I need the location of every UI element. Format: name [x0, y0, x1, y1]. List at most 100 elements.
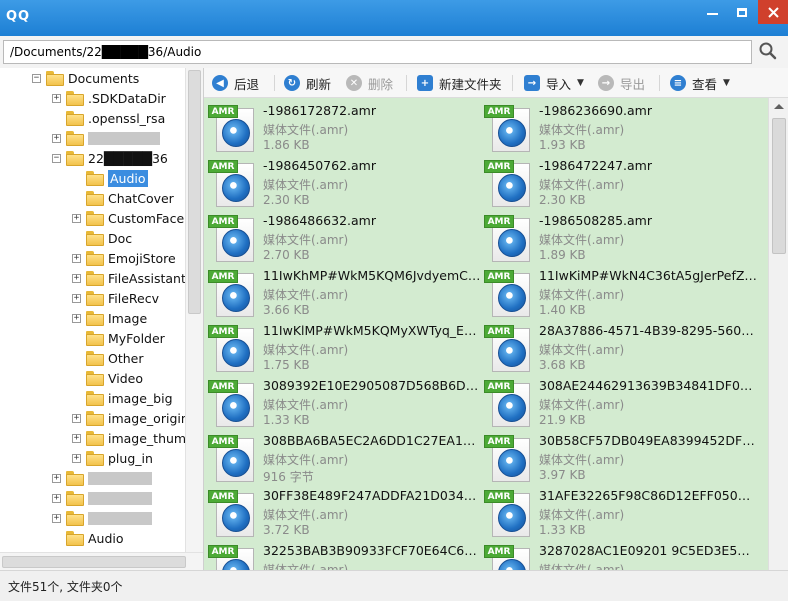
folder-tree[interactable]: Audio + + + + plug_in + image_thumb + image_origi… — [0, 68, 204, 570]
file-list-scrollbar[interactable] — [768, 98, 788, 570]
minimize-button[interactable] — [698, 0, 726, 24]
file-item[interactable]: AMR 11IwKlMP#WkM5KQMyXWTyq_EhT... 媒体文件(.am… — [208, 319, 484, 374]
tree-item[interactable]: − Documents — [32, 68, 139, 88]
file-list[interactable]: AMR -1986172872.amr 媒体文件(.amr) 1.86 KB AMR -1… — [204, 98, 788, 570]
file-item[interactable]: AMR 28A37886-4571-4B39-8295-560D80... 媒体文件… — [484, 319, 760, 374]
tree-item[interactable]: .openssl_rsa — [52, 108, 165, 128]
back-button[interactable]: ◀ 后退 — [212, 73, 259, 93]
tree-vertical-scrollbar[interactable] — [185, 68, 203, 552]
scroll-up-icon[interactable] — [774, 104, 784, 109]
tree-item[interactable]: + — [52, 128, 160, 148]
view-button[interactable]: ≡ 查看 ▼ — [670, 73, 730, 93]
tree-item[interactable]: + image_origin — [72, 408, 189, 428]
tree-item[interactable]: + EmojiStore — [72, 248, 176, 268]
tree-item[interactable]: + — [52, 488, 152, 508]
expand-icon[interactable]: + — [52, 513, 61, 523]
expand-icon[interactable]: + — [72, 293, 81, 303]
expand-icon[interactable]: + — [52, 93, 61, 103]
expand-icon[interactable]: + — [52, 133, 61, 143]
back-label: 后退 — [234, 76, 260, 92]
file-item[interactable]: AMR 32253BAB3B90933FCF70E64C68B84... 媒体文件(… — [208, 539, 484, 570]
file-item[interactable]: AMR -1986172872.amr 媒体文件(.amr) 1.86 KB — [208, 99, 484, 154]
tree-item[interactable]: Doc — [72, 228, 132, 248]
path-input[interactable] — [3, 40, 752, 64]
tree-item[interactable]: image_big — [72, 388, 173, 408]
tree-item[interactable]: − 22█████36 — [52, 148, 168, 168]
redacted-label — [88, 491, 152, 505]
amr-file-icon: AMR — [484, 160, 532, 208]
file-item[interactable]: AMR -1986472247.amr 媒体文件(.amr) 2.30 KB — [484, 154, 760, 209]
tree-item-label: Image — [108, 310, 148, 326]
expand-icon[interactable]: + — [52, 473, 61, 483]
maximize-button[interactable] — [728, 0, 756, 24]
expand-icon[interactable]: + — [72, 413, 81, 423]
file-item[interactable]: AMR -1986508285.amr 媒体文件(.amr) 1.89 KB — [484, 209, 760, 264]
view-list-icon: ≡ — [670, 75, 686, 91]
file-item[interactable]: AMR 11IwKiMP#WkN4C36tA5gJerPefZlSa... 媒体文件… — [484, 264, 760, 319]
tree-item[interactable]: Video — [72, 368, 143, 388]
tree-item-label: Audio — [108, 169, 148, 187]
file-item[interactable]: AMR -1986450762.amr 媒体文件(.amr) 2.30 KB — [208, 154, 484, 209]
tree-item[interactable]: + FileAssistantF — [72, 268, 193, 288]
expand-icon[interactable]: + — [52, 493, 61, 503]
refresh-button[interactable]: ↻ 刷新 — [284, 73, 331, 93]
file-item[interactable]: AMR -1986486632.amr 媒体文件(.amr) 2.70 KB — [208, 209, 484, 264]
tree-item[interactable]: + plug_in — [72, 448, 153, 468]
file-item[interactable]: AMR -1986236690.amr 媒体文件(.amr) 1.93 KB — [484, 99, 760, 154]
file-type-badge: AMR — [208, 215, 238, 228]
amr-file-icon: AMR — [208, 545, 256, 570]
export-button[interactable]: → 导出 — [598, 73, 645, 93]
file-type-badge: AMR — [208, 160, 238, 173]
search-button[interactable] — [758, 41, 782, 63]
expand-icon[interactable]: + — [72, 313, 81, 323]
file-size: 1.33 KB — [263, 413, 310, 427]
import-button[interactable]: → 导入 ▼ — [524, 73, 584, 93]
file-item[interactable]: AMR 308AE24462913639B34841DF06135... 媒体文件(… — [484, 374, 760, 429]
tree-item[interactable]: + — [52, 468, 152, 488]
tree-item[interactable]: + FileRecv — [72, 288, 159, 308]
folder-icon — [66, 130, 84, 146]
expand-icon[interactable]: + — [72, 433, 81, 443]
collapse-icon[interactable]: − — [52, 153, 61, 163]
tree-item[interactable]: Audio — [72, 168, 148, 188]
file-scroll-thumb[interactable] — [772, 118, 786, 254]
file-type: 媒体文件(.amr) — [263, 343, 349, 357]
file-item[interactable]: AMR 308BBA6BA5EC2A6DD1C27EA14324... 媒体文件(.… — [208, 429, 484, 484]
file-type: 媒体文件(.amr) — [539, 398, 625, 412]
folder-icon — [66, 530, 84, 546]
file-item[interactable]: AMR 31AFE32265F98C86D12EFF050C7D8... 媒体文件(… — [484, 484, 760, 539]
tree-hscroll-thumb[interactable] — [2, 556, 186, 568]
file-type-badge: AMR — [208, 270, 238, 283]
file-item[interactable]: AMR 3287028AC1E09201 9C5ED3E5591E... 媒体文件(… — [484, 539, 760, 570]
redacted-label — [88, 511, 152, 525]
collapse-icon[interactable]: − — [32, 73, 41, 83]
file-item[interactable]: AMR 11IwKhMP#WkM5KQM6JvdyemC3k... 媒体文件(.am… — [208, 264, 484, 319]
amr-file-icon: AMR — [208, 215, 256, 263]
expand-icon[interactable]: + — [72, 273, 81, 283]
tree-item[interactable]: + .SDKDataDir — [52, 88, 166, 108]
tree-item[interactable]: + CustomFace — [72, 208, 184, 228]
tree-item[interactable]: + — [52, 508, 152, 528]
file-name: 3089392E10E2905087D568B6D41C... — [263, 378, 481, 393]
delete-button[interactable]: ✕ 删除 — [346, 73, 393, 93]
new-folder-button[interactable]: + 新建文件夹 — [417, 73, 502, 93]
amr-file-icon: AMR — [208, 325, 256, 373]
file-item[interactable]: AMR 30FF38E489F247ADDFA21D034B9F0... 媒体文件(… — [208, 484, 484, 539]
expand-icon[interactable]: + — [72, 453, 81, 463]
tree-item[interactable]: + image_thumb — [72, 428, 194, 448]
tree-item-label: Doc — [108, 230, 133, 246]
file-item[interactable]: AMR 30B58CF57DB049EA8399452DF1EC... 媒体文件(.… — [484, 429, 760, 484]
file-item[interactable]: AMR 3089392E10E2905087D568B6D41C... 媒体文件(.… — [208, 374, 484, 429]
close-button[interactable] — [758, 0, 788, 24]
tree-item[interactable]: Audio — [52, 528, 124, 548]
tree-horizontal-scrollbar[interactable] — [0, 552, 203, 570]
file-type: 媒体文件(.amr) — [263, 563, 349, 570]
tree-item[interactable]: MyFolder — [72, 328, 165, 348]
tree-item[interactable]: + Image — [72, 308, 147, 328]
tree-item[interactable]: ChatCover — [72, 188, 174, 208]
tree-scroll-thumb[interactable] — [188, 70, 201, 314]
expand-icon[interactable]: + — [72, 253, 81, 263]
tree-item[interactable]: Other — [72, 348, 144, 368]
expand-icon[interactable]: + — [72, 213, 81, 223]
folder-icon — [86, 450, 104, 466]
